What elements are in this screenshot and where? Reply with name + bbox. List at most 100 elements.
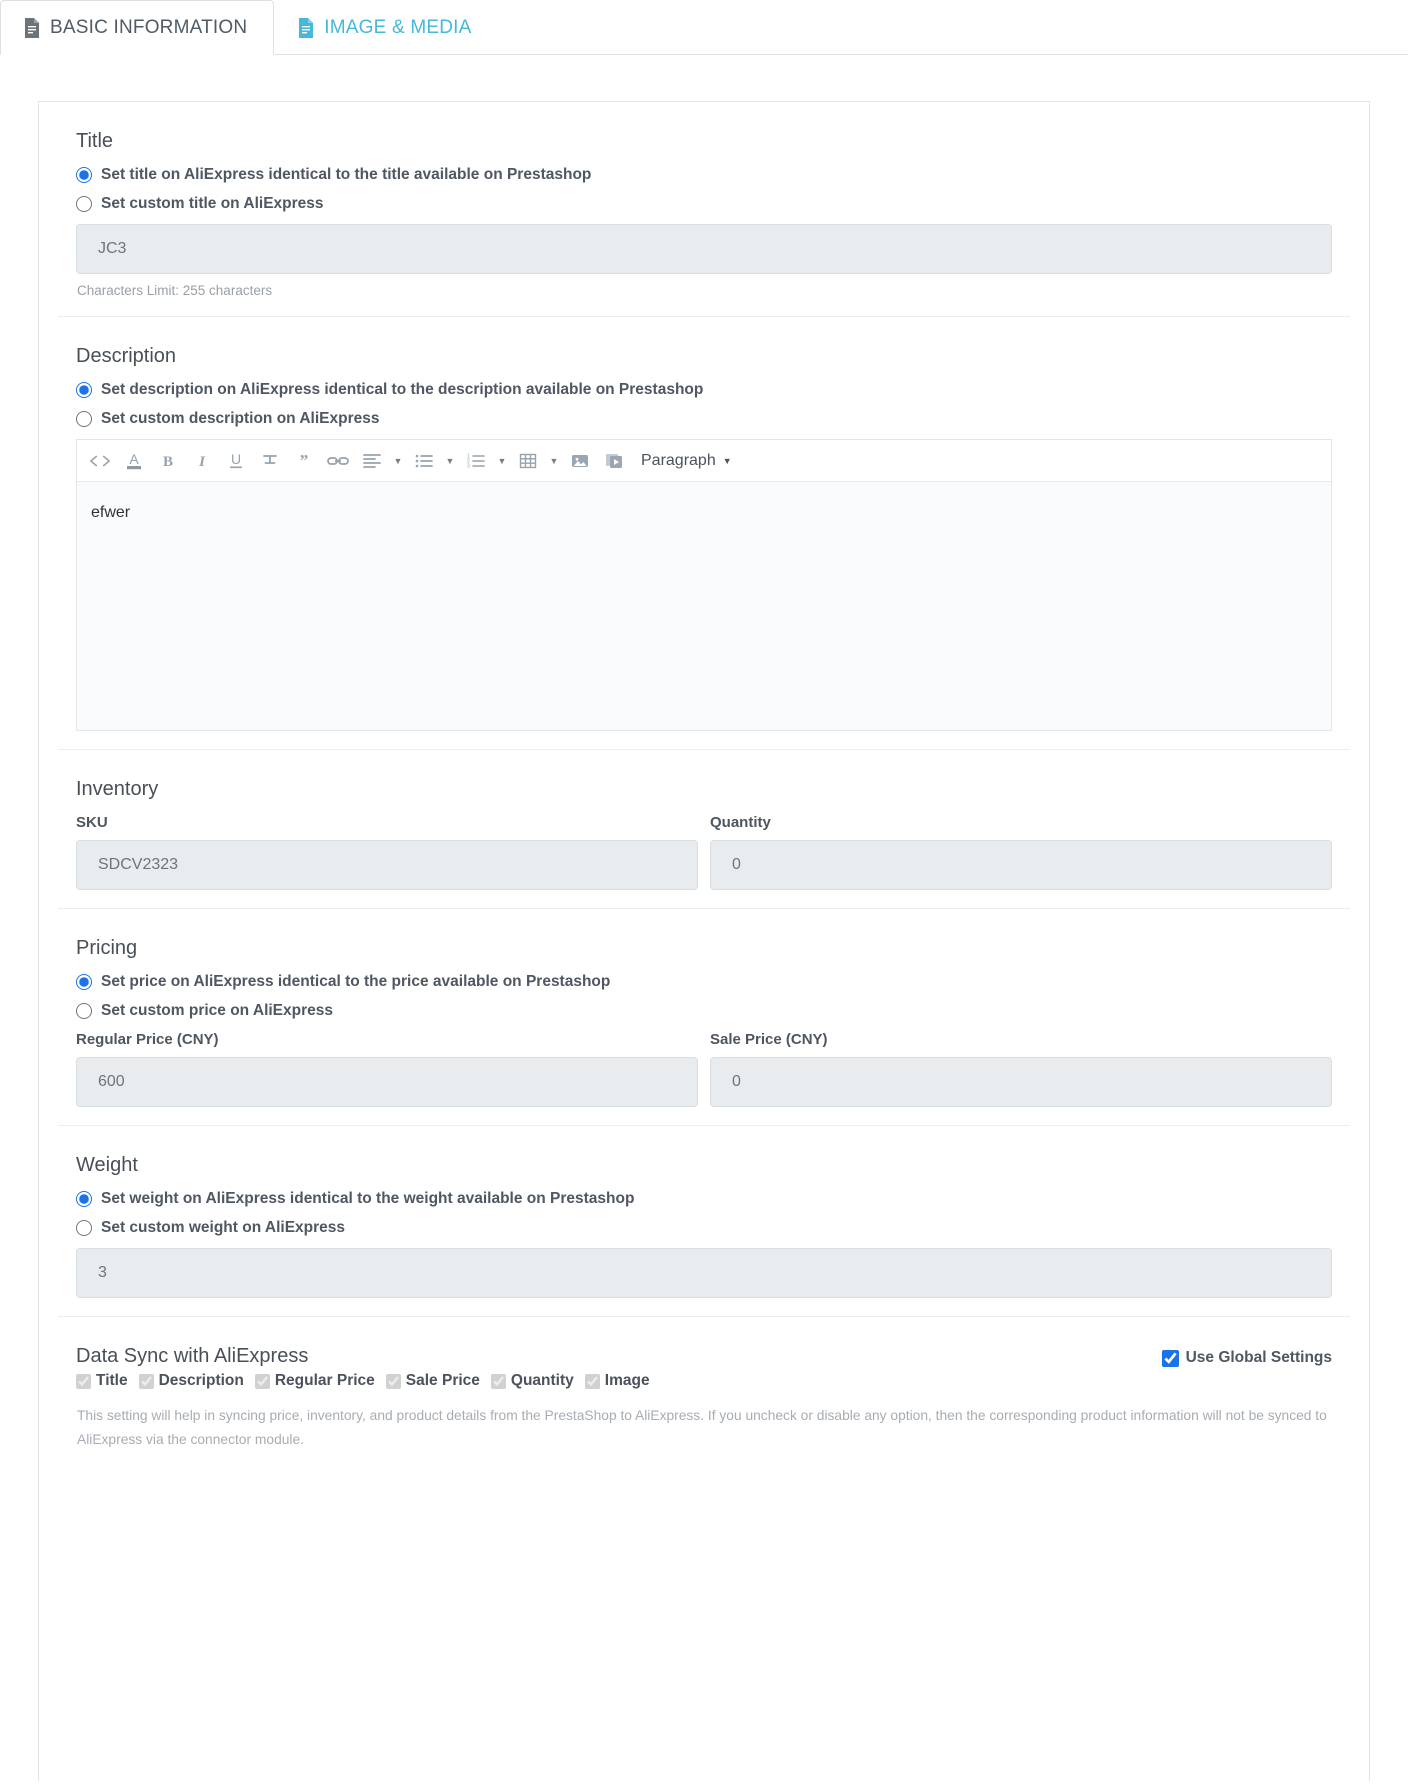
title-custom-label: Set custom title on AliExpress bbox=[101, 195, 324, 212]
strikethrough-icon[interactable] bbox=[253, 444, 287, 478]
sync-image-checkbox[interactable] bbox=[584, 1373, 600, 1389]
underline-icon[interactable]: U bbox=[219, 444, 253, 478]
tab-image-media[interactable]: IMAGE & MEDIA bbox=[274, 0, 498, 54]
svg-text:3: 3 bbox=[467, 463, 470, 469]
weight-custom-label: Set custom weight on AliExpress bbox=[101, 1219, 346, 1236]
description-option-custom-row[interactable]: Set custom description on AliExpress bbox=[58, 410, 1350, 428]
svg-text:B: B bbox=[163, 454, 173, 470]
sync-item-image[interactable]: Image bbox=[584, 1372, 650, 1390]
pricing-option-identical-row[interactable]: Set price on AliExpress identical to the… bbox=[58, 973, 1350, 991]
link-icon[interactable] bbox=[321, 444, 355, 478]
sync-item-title[interactable]: Title bbox=[76, 1372, 128, 1390]
table-icon[interactable] bbox=[511, 444, 545, 478]
unordered-list-icon[interactable] bbox=[407, 444, 441, 478]
sync-item-regular-price[interactable]: Regular Price bbox=[254, 1372, 375, 1390]
sync-image-label: Image bbox=[604, 1372, 650, 1389]
weight-custom-radio[interactable] bbox=[76, 1220, 92, 1236]
document-icon bbox=[23, 17, 41, 39]
title-option-identical-row[interactable]: Set title on AliExpress identical to the… bbox=[58, 166, 1350, 184]
quantity-field-group: Quantity bbox=[710, 814, 1332, 890]
ordered-list-icon[interactable]: 1 2 3 bbox=[459, 444, 493, 478]
use-global-settings-row[interactable]: Use Global Settings bbox=[1161, 1349, 1332, 1367]
use-global-settings-checkbox[interactable] bbox=[1161, 1349, 1179, 1367]
italic-icon[interactable]: I bbox=[185, 444, 219, 478]
sync-quantity-checkbox[interactable] bbox=[490, 1373, 506, 1389]
pricing-identical-label: Set price on AliExpress identical to the… bbox=[101, 973, 611, 990]
sync-title-checkbox[interactable] bbox=[76, 1373, 91, 1389]
regular-price-field-group: Regular Price (CNY) bbox=[76, 1031, 698, 1107]
basic-information-panel: Title Set title on AliExpress identical … bbox=[38, 101, 1370, 1781]
paragraph-format-dropdown[interactable]: Paragraph ▼ bbox=[631, 444, 742, 478]
pricing-custom-radio[interactable] bbox=[76, 1003, 92, 1019]
bold-icon[interactable]: B bbox=[151, 444, 185, 478]
font-color-icon[interactable]: A bbox=[117, 444, 151, 478]
title-option-custom-row[interactable]: Set custom title on AliExpress bbox=[58, 195, 1350, 213]
description-identical-label: Set description on AliExpress identical … bbox=[101, 381, 704, 398]
align-left-icon[interactable] bbox=[355, 444, 389, 478]
description-option-identical-row[interactable]: Set description on AliExpress identical … bbox=[58, 381, 1350, 399]
title-input-wrap bbox=[58, 224, 1350, 274]
data-sync-header: Data Sync with AliExpress Use Global Set… bbox=[58, 1345, 1350, 1368]
title-identical-label: Set title on AliExpress identical to the… bbox=[101, 166, 592, 183]
description-custom-radio[interactable] bbox=[76, 411, 92, 427]
sync-regular-price-label: Regular Price bbox=[274, 1372, 375, 1389]
title-custom-radio[interactable] bbox=[76, 196, 92, 212]
section-heading-data-sync: Data Sync with AliExpress bbox=[76, 1345, 309, 1367]
sync-item-description[interactable]: Description bbox=[138, 1372, 244, 1390]
sku-field-group: SKU bbox=[76, 814, 698, 890]
data-sync-section: Data Sync with AliExpress Use Global Set… bbox=[58, 1317, 1350, 1476]
section-heading-title: Title bbox=[76, 130, 114, 152]
weight-option-identical-row[interactable]: Set weight on AliExpress identical to th… bbox=[58, 1190, 1350, 1208]
sync-sale-price-checkbox[interactable] bbox=[385, 1373, 401, 1389]
table-dropdown-caret-icon[interactable]: ▼ bbox=[545, 444, 563, 478]
description-editor: A B I U ” ▼ ▼ 1 2 3 ▼ ▼ Paragraph ▼ efwe… bbox=[76, 439, 1332, 731]
title-identical-radio[interactable] bbox=[76, 167, 92, 183]
ordered-list-dropdown-caret-icon[interactable]: ▼ bbox=[493, 444, 511, 478]
sync-quantity-label: Quantity bbox=[510, 1372, 574, 1389]
tab-label: IMAGE & MEDIA bbox=[324, 16, 472, 38]
sync-description-label: Description bbox=[158, 1372, 244, 1389]
document-icon bbox=[297, 17, 315, 39]
pricing-fields: Regular Price (CNY) Sale Price (CNY) bbox=[58, 1031, 1350, 1107]
align-dropdown-caret-icon[interactable]: ▼ bbox=[389, 444, 407, 478]
description-identical-radio[interactable] bbox=[76, 382, 92, 398]
weight-identical-radio[interactable] bbox=[76, 1191, 92, 1207]
video-icon[interactable] bbox=[597, 444, 631, 478]
inventory-section: Inventory SKU Quantity bbox=[58, 750, 1350, 909]
sync-item-quantity[interactable]: Quantity bbox=[490, 1372, 574, 1390]
sale-price-input[interactable] bbox=[710, 1057, 1332, 1107]
pricing-custom-label: Set custom price on AliExpress bbox=[101, 1002, 334, 1019]
editor-toolbar: A B I U ” ▼ ▼ 1 2 3 ▼ ▼ Paragraph ▼ bbox=[77, 440, 1331, 482]
sync-description-checkbox[interactable] bbox=[138, 1373, 154, 1389]
tab-basic-information[interactable]: BASIC INFORMATION bbox=[0, 0, 275, 55]
data-sync-checkbox-list: Title Description Regular Price Sale Pri… bbox=[58, 1368, 1350, 1390]
weight-option-custom-row[interactable]: Set custom weight on AliExpress bbox=[58, 1219, 1350, 1237]
blockquote-icon[interactable]: ” bbox=[287, 444, 321, 478]
chevron-down-icon: ▼ bbox=[722, 455, 732, 466]
source-code-icon[interactable] bbox=[83, 444, 117, 478]
pricing-option-custom-row[interactable]: Set custom price on AliExpress bbox=[58, 1002, 1350, 1020]
regular-price-input[interactable] bbox=[76, 1057, 698, 1107]
description-section: Description Set description on AliExpres… bbox=[58, 317, 1350, 750]
pricing-identical-radio[interactable] bbox=[76, 974, 92, 990]
paragraph-format-label: Paragraph bbox=[641, 451, 716, 469]
data-sync-note: This setting will help in syncing price,… bbox=[77, 1408, 1327, 1448]
weight-input[interactable] bbox=[76, 1248, 1332, 1298]
description-editor-body[interactable]: efwer bbox=[77, 482, 1331, 730]
section-heading-pricing: Pricing bbox=[76, 937, 138, 959]
sale-price-label: Sale Price (CNY) bbox=[710, 1031, 828, 1048]
section-heading-description: Description bbox=[76, 345, 177, 367]
section-heading-inventory: Inventory bbox=[76, 778, 159, 800]
title-section: Title Set title on AliExpress identical … bbox=[58, 102, 1350, 317]
sale-price-field-group: Sale Price (CNY) bbox=[710, 1031, 1332, 1107]
svg-text:I: I bbox=[198, 454, 206, 470]
weight-input-wrap bbox=[58, 1248, 1350, 1298]
sync-sale-price-label: Sale Price bbox=[405, 1372, 480, 1389]
image-icon[interactable] bbox=[563, 444, 597, 478]
unordered-list-dropdown-caret-icon[interactable]: ▼ bbox=[441, 444, 459, 478]
title-input[interactable] bbox=[76, 224, 1332, 274]
sync-regular-price-checkbox[interactable] bbox=[254, 1373, 270, 1389]
sync-item-sale-price[interactable]: Sale Price bbox=[385, 1372, 480, 1390]
quantity-input[interactable] bbox=[710, 840, 1332, 890]
sku-input[interactable] bbox=[76, 840, 698, 890]
